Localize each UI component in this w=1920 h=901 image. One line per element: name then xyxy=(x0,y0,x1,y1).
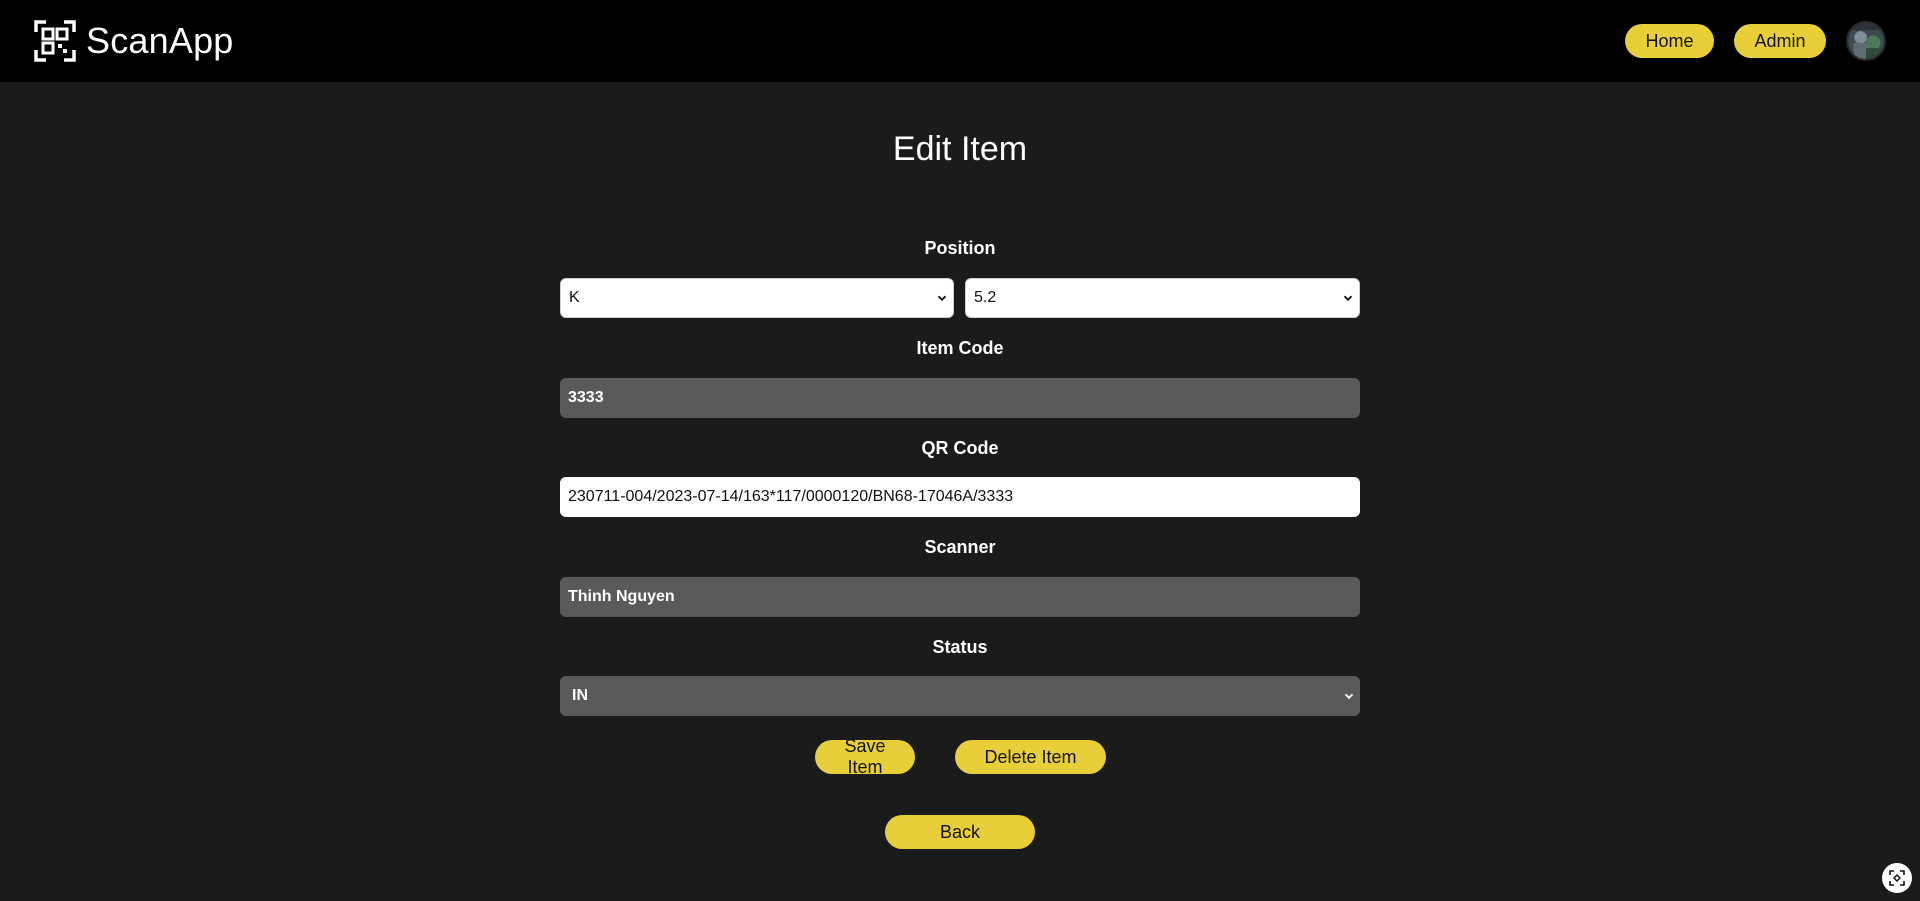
scan-logo-icon xyxy=(34,20,76,62)
scanner-field[interactable]: Thinh Nguyen xyxy=(560,577,1360,617)
item-code-label: Item Code xyxy=(916,338,1004,358)
admin-button[interactable]: Admin xyxy=(1734,24,1826,58)
floating-action-button[interactable] xyxy=(1882,863,1912,893)
back-button[interactable]: Back xyxy=(885,815,1035,849)
position-slot-value: 5.2 xyxy=(974,289,997,306)
scanner-label: Scanner xyxy=(924,537,996,557)
save-item-button[interactable]: Save Item xyxy=(815,736,915,777)
qr-code-label: QR Code xyxy=(921,438,999,458)
position-row-value: K xyxy=(569,289,580,306)
chevron-down-icon xyxy=(1343,295,1353,302)
scanner-value: Thinh Nguyen xyxy=(568,588,675,605)
home-button[interactable]: Home xyxy=(1625,24,1714,58)
status-value: IN xyxy=(572,687,588,704)
top-navbar: ScanApp Home Admin xyxy=(0,0,1920,82)
position-slot-select[interactable]: 5.2 xyxy=(965,278,1360,318)
page-title: Edit Item xyxy=(892,130,1028,168)
item-code-field[interactable]: 3333 xyxy=(560,378,1360,418)
status-select[interactable]: IN xyxy=(560,676,1360,716)
delete-item-button[interactable]: Delete Item xyxy=(955,740,1106,774)
position-row-select[interactable]: K xyxy=(560,278,954,318)
scan-icon xyxy=(1889,870,1905,886)
user-avatar[interactable] xyxy=(1846,21,1886,61)
qr-code-value: 230711-004/2023-07-14/163*117/0000120/BN… xyxy=(568,488,1014,505)
nav-links: Home Admin xyxy=(1625,21,1886,61)
qr-code-field[interactable]: 230711-004/2023-07-14/163*117/0000120/BN… xyxy=(560,477,1360,517)
position-label: Position xyxy=(924,238,996,258)
status-label: Status xyxy=(932,637,988,657)
chevron-down-icon xyxy=(1344,693,1354,700)
brand[interactable]: ScanApp xyxy=(34,20,234,62)
chevron-down-icon xyxy=(937,295,947,302)
item-code-value: 3333 xyxy=(568,389,604,406)
app-name: ScanApp xyxy=(86,20,234,61)
